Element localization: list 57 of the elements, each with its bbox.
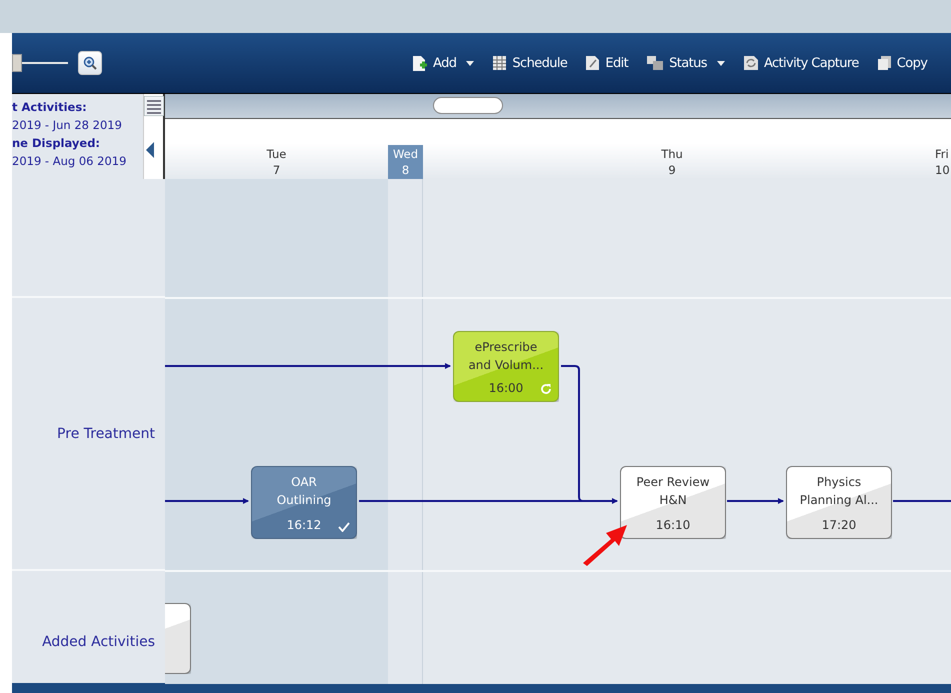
- activity-title: H&N: [658, 492, 688, 509]
- activity-node[interactable]: Physics Planning Al... 17:20: [786, 466, 892, 539]
- info-heading: t Activities:: [12, 99, 88, 116]
- toolbar-button[interactable]: Activity Capture: [740, 53, 861, 73]
- date-range: 2019 - Aug 06 2019: [12, 153, 128, 170]
- toolbar-button[interactable]: Status: [644, 53, 727, 73]
- activity-time: 16:10: [656, 518, 690, 532]
- toolbar-button[interactable]: Copy: [874, 53, 930, 73]
- day-name: Thu: [661, 146, 683, 162]
- toolbar-button[interactable]: Edit: [583, 53, 630, 73]
- connector-line: [893, 500, 951, 502]
- activity-node[interactable]: ePrescribe and Volum... 16:00: [453, 331, 559, 402]
- day-date: 8: [402, 162, 410, 178]
- check-icon: [338, 522, 350, 532]
- slider-thumb[interactable]: [12, 54, 22, 72]
- day-header[interactable]: Tue 7: [165, 119, 388, 179]
- calendar-icon: [492, 55, 508, 71]
- date-range: 2019 - Jun 28 2019: [12, 117, 123, 134]
- activity-title: ePrescribe: [474, 339, 538, 356]
- lane-label: Pre Treatment: [57, 426, 155, 442]
- activity-node[interactable]: Peer Review H&N 16:10: [620, 466, 726, 539]
- capture-icon: [742, 55, 759, 71]
- day-name: Tue: [266, 146, 286, 162]
- activity-time: 16:12: [286, 518, 322, 532]
- activity-title: Outlining: [276, 492, 332, 509]
- day-header[interactable]: Fri 10: [921, 119, 951, 179]
- zoom-in-button[interactable]: [78, 51, 102, 75]
- add-document-icon: [412, 54, 428, 72]
- connector-arrow: [727, 498, 784, 504]
- activity-title: OAR: [290, 474, 318, 491]
- activity-title: Peer Review: [636, 474, 710, 491]
- toolbar-button[interactable]: Add: [410, 52, 476, 74]
- toolbar-button[interactable]: Schedule: [490, 53, 570, 73]
- day-date: 10: [935, 162, 950, 178]
- activity-time: 17:20: [822, 518, 856, 532]
- day-date: 7: [272, 162, 280, 178]
- scrollbar-thumb[interactable]: [433, 97, 503, 114]
- copy-icon: [876, 55, 892, 71]
- day-date: 9: [668, 162, 676, 178]
- activity-title: Planning Al...: [800, 492, 878, 509]
- status-icon: [646, 55, 664, 71]
- caret-icon: [716, 60, 725, 66]
- activity-time: 16:00: [488, 381, 524, 395]
- lane-label: Added Activities: [42, 634, 155, 650]
- collapse-arrow-icon[interactable]: [146, 142, 154, 158]
- day-name: Fri: [935, 146, 949, 162]
- day-name: Wed: [392, 146, 418, 162]
- activity-node[interactable]: OAR Outlining 16:12: [251, 466, 357, 539]
- activity-title: and Volum...: [468, 357, 544, 374]
- caret-icon: [466, 60, 474, 66]
- zoom-in-icon: [83, 56, 97, 70]
- list-icon[interactable]: [144, 96, 164, 116]
- day-header[interactable]: Thu 9: [423, 119, 921, 179]
- edit-icon: [585, 55, 600, 71]
- info-heading: ne Displayed:: [12, 135, 102, 152]
- refresh-icon: [540, 383, 552, 395]
- activity-title: Physics: [816, 474, 862, 491]
